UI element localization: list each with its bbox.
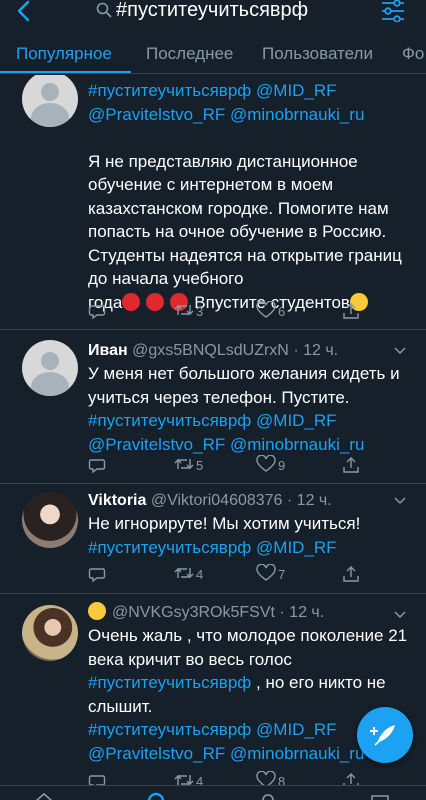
- tweet-time: · 12 ч.: [286, 492, 332, 509]
- display-name[interactable]: Иван: [88, 342, 128, 359]
- notifications-icon[interactable]: [258, 792, 278, 800]
- mention-link[interactable]: @MID_RF: [256, 411, 337, 430]
- hashtag-link[interactable]: #пуститеучитьсяврф: [88, 81, 251, 100]
- tab-people[interactable]: Пользователи: [262, 44, 373, 64]
- tweet-body: Viktoria @Viktori04608376 · 12 ч. Не игн…: [88, 490, 408, 559]
- avatar[interactable]: [22, 75, 78, 127]
- tweet-body-line: учиться через телефон. Пустите.: [88, 387, 350, 407]
- bottom-navigation: [0, 785, 426, 800]
- reply-icon[interactable]: [88, 455, 106, 475]
- display-name[interactable]: Viktoria: [88, 492, 146, 509]
- like-count: 6: [278, 304, 286, 319]
- tweet-body-line: века кричит во весь голос: [88, 649, 292, 669]
- tweet-body-line: Не игнорируте! Мы хотим учиться!: [88, 514, 361, 533]
- tweet-body-line: казахстанском городке. Помогите нам: [88, 198, 389, 218]
- tweet[interactable]: Viktoria @Viktori04608376 · 12 ч. Не игн…: [0, 484, 426, 594]
- retweet-count: 4: [196, 567, 204, 582]
- retweet-icon: [174, 459, 194, 469]
- heart-icon: [256, 454, 276, 472]
- tweet-body-line: обучение с интернетом в моем: [88, 175, 334, 194]
- filter-settings-icon[interactable]: [381, 0, 405, 22]
- tweet-body-line: Очень жаль , что молодое поколение 21: [88, 626, 408, 645]
- pleading-face-emoji: [88, 602, 106, 620]
- mention-link[interactable]: @minobrnauki_ru: [230, 744, 364, 763]
- search-query: #пуститеучитьсяврф: [116, 0, 309, 21]
- like-button[interactable]: 7: [256, 563, 306, 584]
- search-icon[interactable]: [146, 792, 166, 800]
- top-bar: #пуститеучитьсяврф: [0, 0, 426, 34]
- tweet-body-line: попасть на очное обучение в Россию.: [88, 222, 387, 241]
- avatar[interactable]: [22, 340, 78, 396]
- home-icon[interactable]: [34, 792, 54, 800]
- active-tab-indicator: [0, 71, 131, 73]
- tab-photos[interactable]: Фо: [402, 44, 424, 64]
- tweet-time: · 12 ч.: [293, 342, 339, 359]
- like-count: 7: [278, 567, 286, 582]
- search-tabs: Популярное Последнее Пользователи Фо: [0, 34, 426, 74]
- compose-tweet-button[interactable]: [357, 707, 413, 763]
- heart-icon: [256, 563, 276, 581]
- chevron-down-icon[interactable]: [394, 494, 406, 506]
- hashtag-link[interactable]: #пуститеучитьсяврф: [88, 720, 251, 739]
- like-button[interactable]: 9: [256, 454, 306, 475]
- user-handle: @gxs5BNQLsdUZrxN: [132, 342, 289, 359]
- mention-link[interactable]: @Pravitelstvo_RF: [88, 105, 225, 124]
- user-handle: @NVKGsy3ROk5FSVt: [112, 604, 275, 621]
- chevron-down-icon[interactable]: [394, 608, 406, 620]
- tab-latest[interactable]: Последнее: [146, 44, 233, 64]
- tweet-actions: 3 6: [88, 300, 388, 321]
- share-icon[interactable]: [342, 455, 360, 475]
- like-count: 9: [278, 458, 286, 473]
- tweet-body-line: Студенты надеятся на открытие границ: [88, 245, 402, 265]
- search-icon: [96, 2, 112, 18]
- avatar[interactable]: [22, 605, 78, 661]
- mention-link[interactable]: @Pravitelstvo_RF: [88, 744, 225, 763]
- mention-link[interactable]: @minobrnauki_ru: [230, 105, 364, 124]
- reply-icon[interactable]: [88, 564, 106, 584]
- retweet-count: 5: [196, 458, 204, 473]
- tweet-body-line: У меня нет большого желания сидеть и: [88, 364, 400, 383]
- share-icon[interactable]: [342, 301, 360, 321]
- chevron-down-icon[interactable]: [394, 344, 406, 356]
- mention-link[interactable]: @MID_RF: [256, 81, 337, 100]
- tweet-actions: 4 7: [88, 563, 388, 584]
- share-icon[interactable]: [342, 564, 360, 584]
- tweet-text: #пуститеучитьсяврф @MID_RF @Pravitelstvo…: [88, 79, 408, 314]
- mention-link[interactable]: @minobrnauki_ru: [230, 435, 364, 454]
- retweet-button[interactable]: 4: [174, 564, 224, 584]
- mention-link[interactable]: @Pravitelstvo_RF: [88, 435, 225, 454]
- hashtag-link[interactable]: #пуститеучитьсяврф: [88, 673, 251, 692]
- back-arrow-icon[interactable]: [14, 0, 36, 22]
- retweet-icon: [174, 305, 194, 315]
- tweet-body-line: до начала учебного: [88, 269, 244, 288]
- hashtag-link[interactable]: #пуститеучитьсяврф: [88, 538, 251, 557]
- messages-icon[interactable]: [370, 792, 390, 800]
- tweet-time: · 12 ч.: [279, 604, 325, 621]
- tweet[interactable]: Иван @gxs5BNQLsdUZrxN · 12 ч. У меня нет…: [0, 330, 426, 484]
- search-results-feed[interactable]: #пуститеучитьсяврф @MID_RF @Pravitelstvo…: [0, 75, 426, 800]
- tweet[interactable]: @NVKGsy3ROk5FSVt · 12 ч. Очень жаль , чт…: [0, 594, 426, 800]
- retweet-count: 3: [196, 304, 204, 319]
- tweet-body-line: Я не представляю дистанционное: [88, 151, 358, 171]
- mention-link[interactable]: @MID_RF: [256, 720, 337, 739]
- tab-popular[interactable]: Популярное: [16, 44, 112, 64]
- avatar[interactable]: [22, 492, 78, 548]
- search-input[interactable]: #пуститеучитьсяврф: [82, 0, 364, 22]
- like-button[interactable]: 6: [256, 300, 306, 321]
- retweet-button[interactable]: 3: [174, 301, 224, 321]
- retweet-icon: [174, 568, 194, 578]
- hashtag-link[interactable]: #пуститеучитьсяврф: [88, 411, 251, 430]
- compose-feather-icon: [370, 725, 395, 746]
- user-handle: @Viktori04608376: [150, 492, 283, 509]
- tweet[interactable]: #пуститеучитьсяврф @MID_RF @Pravitelstvo…: [0, 75, 426, 330]
- tweet-body: Иван @gxs5BNQLsdUZrxN · 12 ч. У меня нет…: [88, 340, 408, 456]
- tweet-actions: 5 9: [88, 454, 388, 475]
- reply-icon[interactable]: [88, 301, 106, 321]
- heart-icon: [256, 300, 276, 318]
- mention-link[interactable]: @MID_RF: [256, 538, 337, 557]
- tweet-body-text: , но его никто не: [251, 673, 386, 692]
- retweet-button[interactable]: 5: [174, 455, 224, 475]
